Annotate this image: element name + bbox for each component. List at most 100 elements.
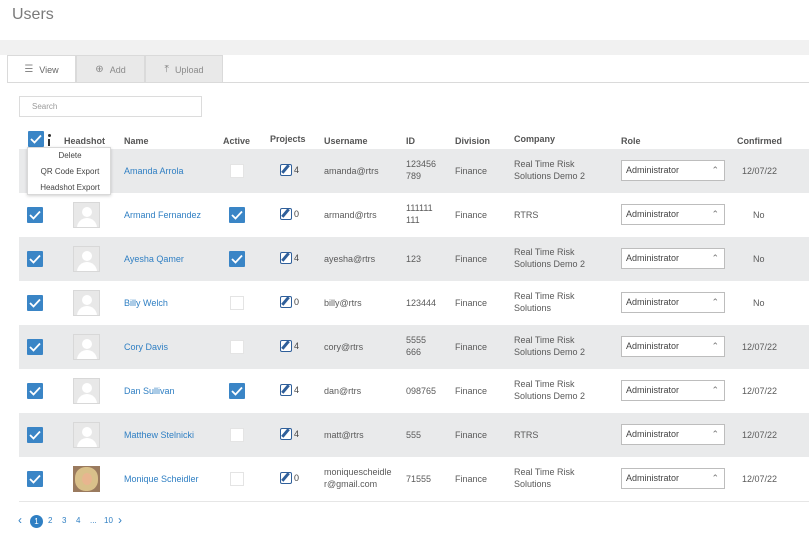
role-select[interactable]: Administrator ⌃: [621, 336, 725, 357]
row-select-checkbox[interactable]: [27, 339, 43, 355]
user-id-line-1: 111111: [406, 203, 433, 213]
username-line-1: moniquescheidle: [324, 467, 392, 477]
plus-circle-icon: ⊕: [95, 64, 104, 75]
col-id[interactable]: ID: [406, 136, 415, 146]
username: armand@rtrs: [324, 210, 377, 220]
confirmed-status: No: [753, 254, 765, 264]
role-select-value: Administrator: [626, 429, 680, 439]
select-all-checkbox[interactable]: [28, 131, 44, 147]
edit-icon[interactable]: [280, 296, 292, 308]
page-2[interactable]: 2: [48, 516, 52, 525]
role-select[interactable]: Administrator ⌃: [621, 204, 725, 225]
row-select-checkbox[interactable]: [27, 251, 43, 267]
edit-icon[interactable]: [280, 428, 292, 440]
role-select[interactable]: Administrator ⌃: [621, 424, 725, 445]
col-name[interactable]: Name: [124, 136, 149, 146]
col-company[interactable]: Company: [514, 134, 555, 144]
company-line-2: Solutions Demo 2: [514, 259, 586, 269]
role-select[interactable]: Administrator ⌃: [621, 468, 725, 489]
tab-upload[interactable]: ⤒ Upload: [145, 55, 223, 83]
user-name-link[interactable]: Cory Davis: [124, 341, 168, 353]
active-checkbox[interactable]: [230, 164, 244, 178]
prev-page-icon[interactable]: ‹: [18, 513, 22, 527]
chevron-up-icon: ⌃: [711, 209, 719, 219]
active-checkbox[interactable]: [230, 428, 244, 442]
role-select[interactable]: Administrator ⌃: [621, 292, 725, 313]
row-select-checkbox[interactable]: [27, 427, 43, 443]
edit-icon[interactable]: [280, 164, 292, 176]
company-line-2: Solutions: [514, 479, 552, 489]
role-select[interactable]: Administrator ⌃: [621, 380, 725, 401]
col-username[interactable]: Username: [324, 136, 368, 146]
menu-item-headshot-export[interactable]: Headshot Export: [28, 183, 112, 192]
edit-icon[interactable]: [280, 340, 292, 352]
avatar: [73, 422, 100, 448]
tab-add[interactable]: ⊕ Add: [76, 55, 145, 83]
tab-view[interactable]: ☰ View: [7, 55, 76, 83]
user-id: 123444: [406, 298, 437, 308]
edit-icon[interactable]: [280, 208, 292, 220]
role-select-value: Administrator: [626, 209, 680, 219]
more-vertical-icon[interactable]: [47, 134, 51, 147]
col-role[interactable]: Role: [621, 136, 641, 146]
division: Finance: [455, 166, 488, 176]
menu-item-delete[interactable]: Delete: [28, 151, 112, 160]
chevron-up-icon: ⌃: [711, 297, 719, 307]
user-name-link[interactable]: Amanda Arrola: [124, 165, 184, 177]
user-name-link[interactable]: Matthew Stelnicki: [124, 429, 194, 441]
projects-edit[interactable]: 4: [280, 428, 299, 440]
row-select-checkbox[interactable]: [27, 207, 43, 223]
user-name-link[interactable]: Ayesha Qamer: [124, 253, 184, 265]
projects-edit[interactable]: 4: [280, 384, 299, 396]
role-select[interactable]: Administrator ⌃: [621, 248, 725, 269]
projects-edit[interactable]: 4: [280, 340, 299, 352]
company-line-1: Real Time Risk: [514, 159, 575, 169]
role-select-value: Administrator: [626, 165, 680, 175]
page-last[interactable]: 10: [104, 516, 113, 525]
active-checkbox[interactable]: [230, 472, 244, 486]
row-select-checkbox[interactable]: [27, 471, 43, 487]
user-name-link[interactable]: Monique Scheidler: [124, 473, 199, 485]
active-checkbox[interactable]: [230, 296, 244, 310]
menu-item-qr-code-export[interactable]: QR Code Export: [28, 167, 112, 176]
tab-bar: ☰ View ⊕ Add ⤒ Upload: [7, 55, 223, 83]
page-current[interactable]: 1: [30, 515, 43, 528]
user-id: 123: [406, 254, 422, 264]
col-division[interactable]: Division: [455, 136, 490, 146]
username: moniquescheidle r@gmail.com: [324, 466, 392, 490]
col-active[interactable]: Active: [223, 136, 250, 146]
company-line-2: Solutions Demo 2: [514, 171, 586, 181]
upload-icon: ⤒: [164, 64, 169, 75]
projects-edit[interactable]: 0: [280, 472, 299, 484]
page-ellipsis: ...: [90, 516, 97, 525]
active-checkbox[interactable]: [230, 340, 244, 354]
projects-edit[interactable]: 4: [280, 252, 299, 264]
role-select[interactable]: Administrator ⌃: [621, 160, 725, 181]
search-input[interactable]: [19, 96, 202, 117]
edit-icon[interactable]: [280, 472, 292, 484]
page-4[interactable]: 4: [76, 516, 80, 525]
edit-icon[interactable]: [280, 384, 292, 396]
company-line-1: Real Time Risk: [514, 247, 575, 257]
row-select-checkbox[interactable]: [27, 295, 43, 311]
company: RTRS: [514, 210, 539, 220]
chevron-up-icon: ⌃: [711, 341, 719, 351]
active-checkbox[interactable]: [229, 207, 245, 223]
page-3[interactable]: 3: [62, 516, 66, 525]
user-id: 098765: [406, 386, 437, 396]
user-name-link[interactable]: Billy Welch: [124, 297, 168, 309]
col-projects[interactable]: Projects: [270, 134, 306, 144]
active-checkbox[interactable]: [229, 383, 245, 399]
projects-edit[interactable]: 0: [280, 208, 299, 220]
edit-icon[interactable]: [280, 252, 292, 264]
col-confirmed[interactable]: Confirmed: [737, 136, 782, 146]
next-page-icon[interactable]: ›: [118, 513, 122, 527]
projects-edit[interactable]: 0: [280, 296, 299, 308]
avatar: [73, 378, 100, 404]
row-select-checkbox[interactable]: [27, 383, 43, 399]
username: matt@rtrs: [324, 430, 364, 440]
user-name-link[interactable]: Dan Sullivan: [124, 385, 175, 397]
user-name-link[interactable]: Armand Fernandez: [124, 209, 201, 221]
projects-edit[interactable]: 4: [280, 164, 299, 176]
active-checkbox[interactable]: [229, 251, 245, 267]
